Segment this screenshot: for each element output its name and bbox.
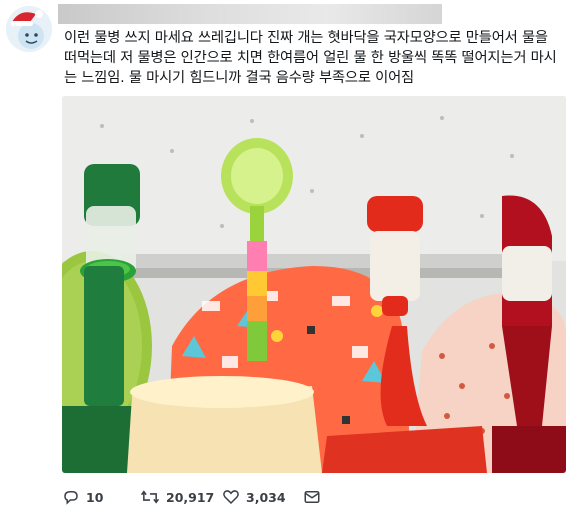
tweet-text: 이런 물병 쓰지 마세요 쓰레깁니다 진짜 개는 혓바닥을 국자모양으로 만들어…	[64, 30, 557, 86]
like-count: 3,034	[246, 489, 286, 505]
retweet-button[interactable]: 20,917	[140, 486, 214, 508]
avatar-santa-icon	[6, 6, 52, 52]
tweet-photo[interactable]	[62, 96, 566, 473]
tweet-actions: 10 20,917 3,034	[62, 486, 482, 508]
avatar[interactable]	[6, 6, 52, 52]
redacted-username	[58, 4, 442, 24]
retweet-count: 20,917	[166, 489, 215, 505]
retweet-icon	[140, 490, 160, 504]
reply-count: 10	[86, 489, 104, 505]
heart-icon	[223, 490, 239, 505]
mail-icon	[304, 491, 320, 503]
like-button[interactable]: 3,034	[222, 486, 286, 508]
water-bottles-photo	[62, 96, 566, 473]
reply-icon	[64, 491, 78, 505]
reply-button[interactable]: 10	[62, 486, 103, 508]
direct-message-button[interactable]	[303, 486, 321, 508]
